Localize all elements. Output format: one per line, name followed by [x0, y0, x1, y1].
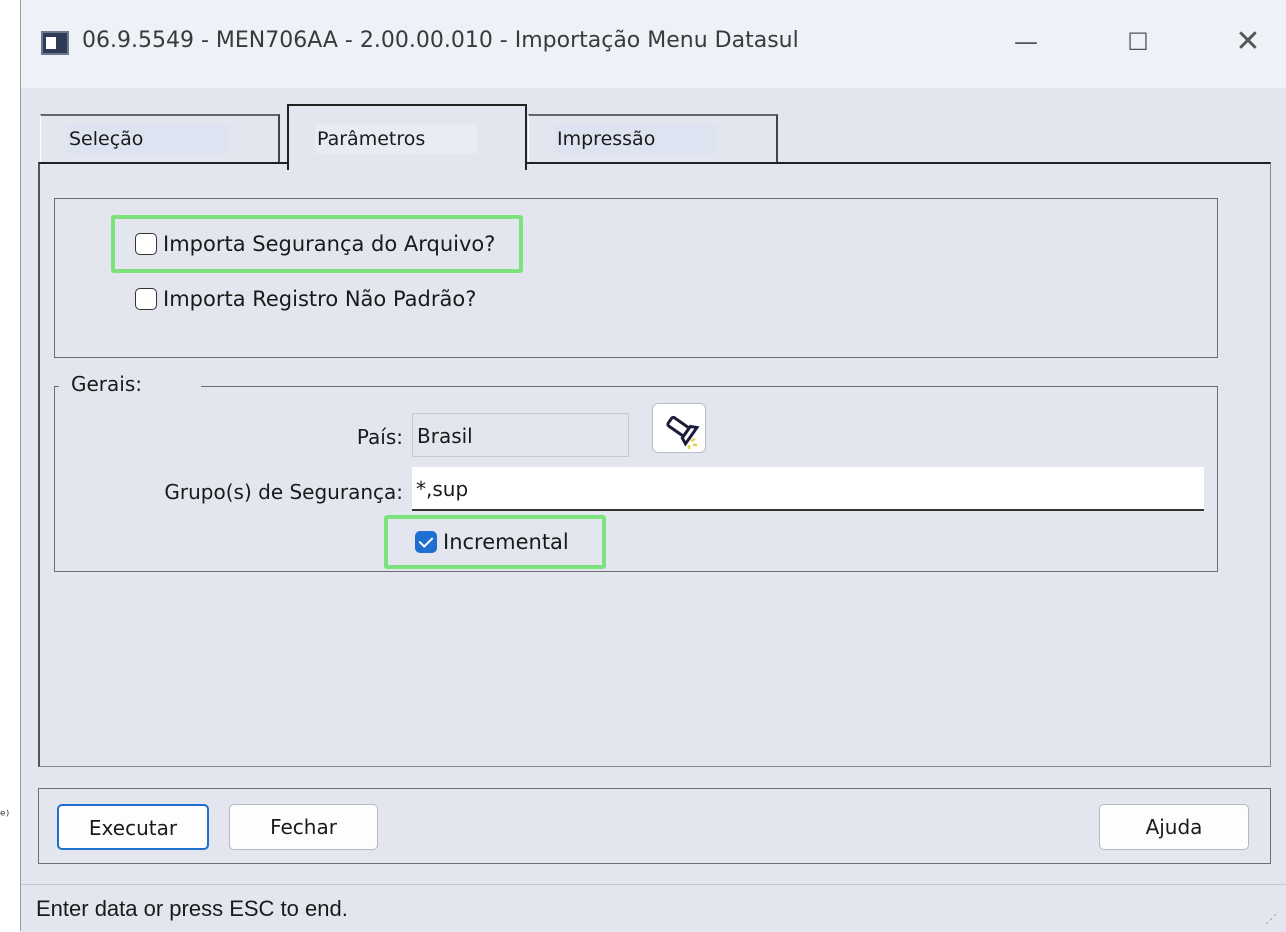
edge-glyph: ᵉ⁾ [0, 808, 10, 824]
importa-seguranca-label: Importa Segurança do Arquivo? [163, 232, 496, 256]
grupo-seguranca-label: Grupo(s) de Segurança: [164, 480, 403, 504]
tab-selecao[interactable]: Seleção [40, 114, 280, 162]
incremental-checkbox[interactable]: Incremental [415, 530, 569, 554]
pais-label: País: [356, 425, 403, 449]
minimize-button[interactable]: — [1001, 20, 1051, 64]
pais-field[interactable]: Brasil [412, 413, 629, 457]
app-window-icon [41, 31, 69, 55]
resize-grip-icon[interactable]: ⋰ [1265, 912, 1279, 926]
fechar-button[interactable]: Fechar [229, 804, 378, 850]
importa-seguranca-checkbox[interactable]: Importa Segurança do Arquivo? [135, 232, 495, 256]
button-bar [38, 788, 1271, 864]
title-bar[interactable]: 06.9.5549 - MEN706AA - 2.00.00.010 - Imp… [21, 0, 1286, 88]
close-button[interactable]: ✕ [1223, 20, 1273, 64]
tab-parametros[interactable]: Parâmetros [287, 104, 527, 170]
grupo-seguranca-input[interactable]: *,sup [412, 467, 1204, 511]
incremental-label: Incremental [443, 530, 569, 554]
importa-registro-box[interactable] [135, 288, 157, 310]
maximize-button[interactable]: ☐ [1113, 20, 1163, 64]
ajuda-button[interactable]: Ajuda [1099, 804, 1249, 850]
application-window: 06.9.5549 - MEN706AA - 2.00.00.010 - Imp… [20, 0, 1286, 932]
zoom-pais-button[interactable] [652, 403, 706, 453]
gerais-legend: Gerais: [59, 372, 201, 396]
status-bar: Enter data or press ESC to end. ⋰ [21, 884, 1286, 932]
importa-seguranca-box[interactable] [135, 233, 157, 255]
importa-registro-checkbox[interactable]: Importa Registro Não Padrão? [135, 287, 476, 311]
executar-button[interactable]: Executar [57, 804, 209, 850]
importa-registro-label: Importa Registro Não Padrão? [163, 287, 477, 311]
window-title: 06.9.5549 - MEN706AA - 2.00.00.010 - Imp… [82, 28, 799, 53]
flashlight-icon [666, 415, 700, 449]
tab-impressao[interactable]: Impressão [528, 114, 778, 162]
incremental-box[interactable] [415, 531, 437, 553]
status-text: Enter data or press ESC to end. [36, 896, 348, 921]
tab-selecao-label: Seleção [67, 124, 229, 154]
tab-parametros-label: Parâmetros [315, 124, 477, 154]
tab-impressao-label: Impressão [555, 124, 717, 154]
